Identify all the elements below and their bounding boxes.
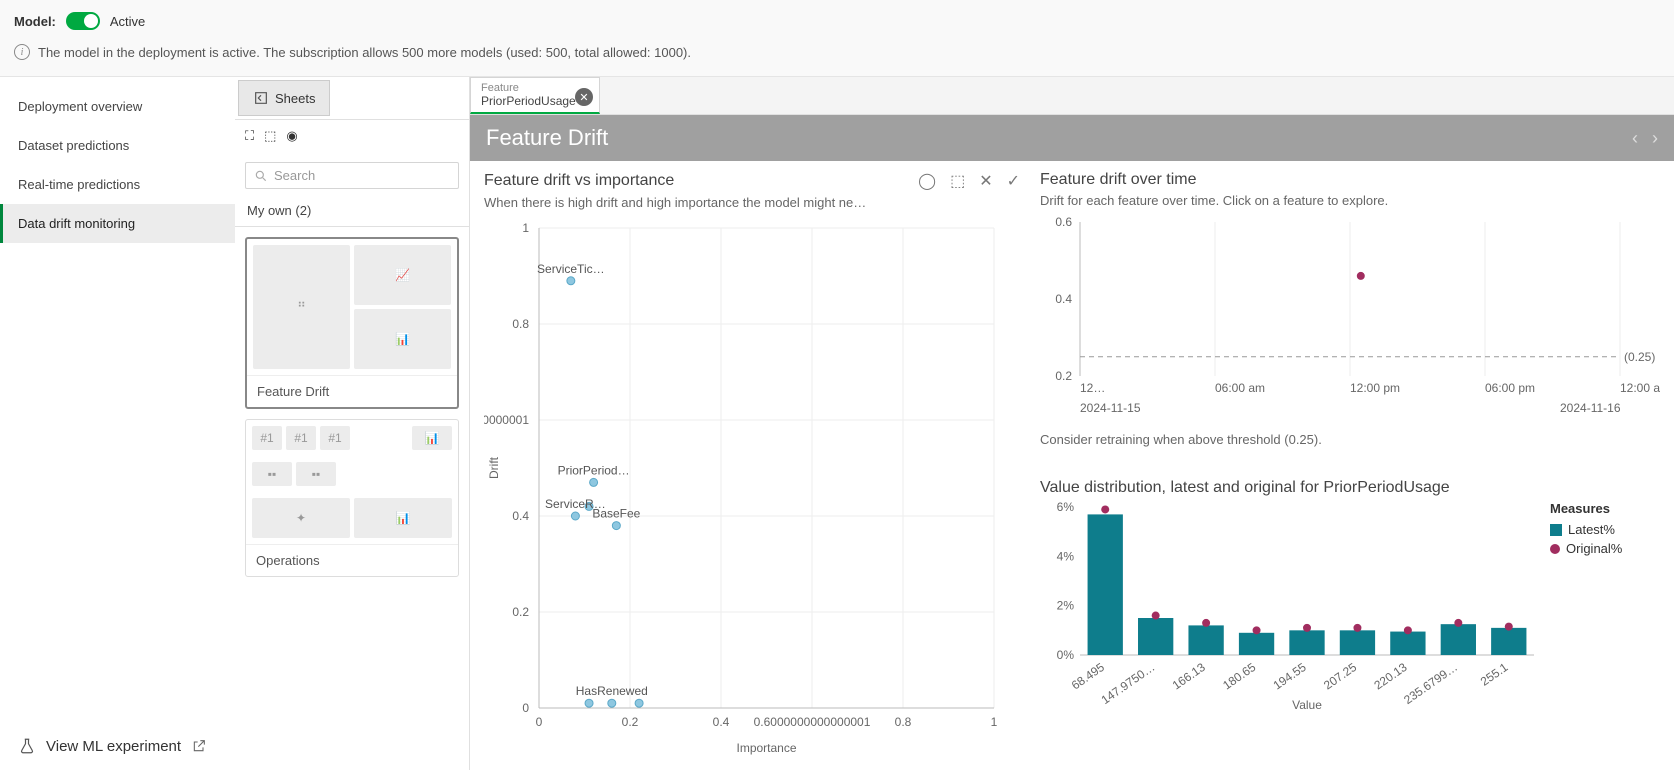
svg-text:12:00 pm: 12:00 pm [1350,381,1400,395]
focus-icon[interactable]: ◉ [286,128,297,144]
select-all-icon[interactable]: ⛶ [245,128,254,144]
svg-text:0.6: 0.6 [1055,216,1072,229]
sheets-tab-myown[interactable]: My own (2) [235,195,469,227]
svg-text:06:00 am: 06:00 am [1215,381,1265,395]
select-icon[interactable]: ⬚ [950,171,965,191]
lasso-icon[interactable]: ⬚ [264,128,276,144]
svg-text:1: 1 [991,715,998,729]
svg-text:1: 1 [522,221,529,235]
nav-deployment-overview[interactable]: Deployment overview [0,87,235,126]
close-icon[interactable]: ✕ [575,88,593,106]
nav-realtime-predictions[interactable]: Real-time predictions [0,165,235,204]
svg-text:6%: 6% [1057,501,1075,514]
svg-text:0%: 0% [1057,648,1075,662]
sheet-thumb-operations[interactable]: #1 #1 #1 📊 ▪▪ ▪▪ ✦ 📊 Operations [245,419,459,577]
svg-text:0.2: 0.2 [512,605,529,619]
svg-text:4%: 4% [1057,549,1075,563]
collapse-icon [253,90,269,106]
svg-text:Drift: Drift [487,456,501,479]
svg-text:194.55: 194.55 [1271,660,1309,693]
rank-icon: #1 [286,426,316,450]
search-input[interactable]: Search [245,162,459,189]
svg-text:0.8: 0.8 [512,317,529,331]
svg-text:166.13: 166.13 [1170,660,1208,693]
chevron-right-icon[interactable]: › [1652,128,1658,149]
dist-svg[interactable]: 0% 2% 4% 6% 68.495147.9750… 166.13 180.65 194.5… [1040,501,1540,711]
svg-text:(0.25): (0.25) [1624,350,1655,364]
svg-text:147.9750…: 147.9750… [1099,660,1158,707]
scatter-svg: 00 0.2 0.2 0.4 0.4 0.6000000000000001 0.600000… [484,218,1004,758]
page-title: Feature Drift [486,125,608,151]
model-status: Active [110,14,145,29]
svg-text:0.6000000000000001: 0.6000000000000001 [484,413,529,427]
sheets-panel: Sheets ⛶ ⬚ ◉ Search My own (2) ⠛ 📈 📊 Fea… [235,77,470,770]
svg-text:0.4: 0.4 [713,715,730,729]
svg-text:235.6799…: 235.6799… [1401,660,1460,707]
svg-text:68.495: 68.495 [1069,660,1107,693]
external-link-icon [191,738,207,754]
nav-data-drift[interactable]: Data drift monitoring [0,204,235,243]
bar-icon: ▪▪ [296,462,336,486]
sheet-thumb-feature-drift[interactable]: ⠛ 📈 📊 Feature Drift [245,237,459,409]
svg-text:0: 0 [522,701,529,715]
svg-text:PriorPeriod…: PriorPeriod… [558,463,630,477]
svg-text:BaseFee: BaseFee [592,507,640,521]
svg-text:207.25: 207.25 [1321,660,1359,693]
chart-icon: 📊 [412,426,452,450]
svg-text:06:00 pm: 06:00 pm [1485,381,1535,395]
flask-icon [18,737,36,755]
scatter-chart[interactable]: Feature drift vs importance ◯ ⬚ ✕ ✓ When… [484,171,1020,760]
svg-text:12…: 12… [1080,381,1105,395]
bar-icon: ▪▪ [252,462,292,486]
chart-icon: 📊 [354,498,452,538]
svg-text:180.65: 180.65 [1220,660,1258,693]
selection-bar: Feature PriorPeriodUsage ✕ [470,77,1674,115]
thumb-bar-icon: 📊 [354,309,451,369]
svg-text:ServiceTic…: ServiceTic… [537,262,605,276]
svg-text:0.4: 0.4 [1055,292,1072,306]
model-status-row: Model: Active [0,0,1674,36]
lasso-icon[interactable]: ◯ [918,171,936,191]
cancel-icon[interactable]: ✕ [979,171,992,191]
info-icon: i [14,44,30,60]
thumb-line-icon: 📈 [354,245,451,305]
view-ml-experiment[interactable]: View ML experiment [18,737,207,755]
svg-text:0: 0 [536,715,543,729]
svg-text:0.2: 0.2 [1055,369,1072,383]
time-svg[interactable]: 0.2 0.4 0.6 12… 06:00 am 12:00 pm 06:00 pm 12:0… [1040,216,1660,426]
subscription-info: i The model in the deployment is active.… [0,36,1674,77]
svg-text:0.6000000000000001: 0.6000000000000001 [754,715,871,729]
feature-selection-chip[interactable]: Feature PriorPeriodUsage ✕ [470,77,600,114]
svg-text:HasRenewed: HasRenewed [576,684,648,698]
chevron-left-icon[interactable]: ‹ [1632,128,1638,149]
svg-text:0.8: 0.8 [895,715,912,729]
svg-text:220.13: 220.13 [1372,660,1410,693]
confirm-icon[interactable]: ✓ [1007,171,1020,191]
model-label: Model: [14,14,56,29]
svg-text:Value: Value [1292,698,1322,711]
svg-text:2024-11-16: 2024-11-16 [1560,401,1621,415]
svg-text:0.4: 0.4 [512,509,529,523]
svg-text:2024-11-15: 2024-11-15 [1080,401,1141,415]
svg-text:Importance: Importance [736,741,796,755]
page-title-bar: Feature Drift ‹ › [470,115,1674,161]
search-icon [254,169,268,183]
model-toggle[interactable] [66,12,100,30]
thumb-scatter-icon: ⠛ [253,245,350,369]
svg-text:12:00 am: 12:00 am [1620,381,1660,395]
rank-icon: #1 [320,426,350,450]
svg-text:2%: 2% [1057,599,1075,613]
right-charts: Feature drift over time Drift for each f… [1040,171,1660,760]
left-nav: Deployment overview Dataset predictions … [0,77,235,770]
subscription-text: The model in the deployment is active. T… [38,45,691,60]
legend: Measures Latest% Original% [1550,501,1622,711]
svg-text:0.2: 0.2 [622,715,639,729]
puzzle-icon: ✦ [252,498,350,538]
rank-icon: #1 [252,426,282,450]
nav-dataset-predictions[interactable]: Dataset predictions [0,126,235,165]
sheets-button[interactable]: Sheets [238,80,330,116]
svg-text:255.1: 255.1 [1478,660,1511,689]
